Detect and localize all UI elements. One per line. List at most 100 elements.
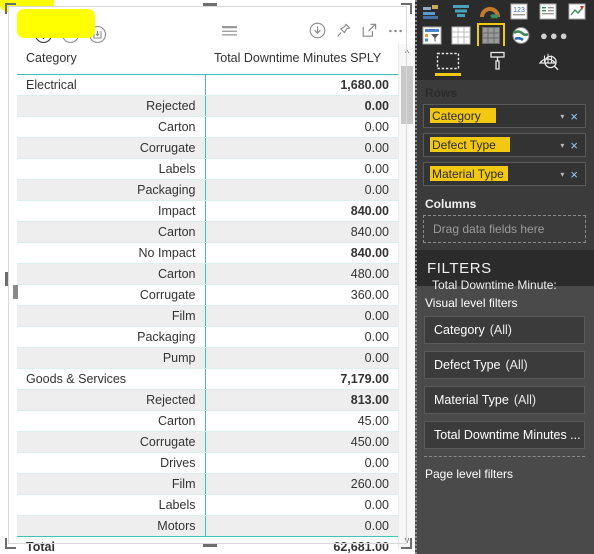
table-row[interactable]: Impact 840.00	[17, 200, 398, 222]
scrollbar-thumb[interactable]	[401, 66, 413, 124]
row-label[interactable]: Rejected	[17, 389, 206, 411]
table-row[interactable]: Corrugate 0.00	[17, 137, 398, 159]
row-label[interactable]: No Impact	[17, 242, 206, 264]
row-label[interactable]: Corrugate	[17, 284, 206, 306]
pin-icon[interactable]	[335, 22, 352, 44]
resize-handle-bottom-right[interactable]	[401, 538, 412, 549]
resize-handle-bottom-middle[interactable]	[203, 544, 217, 547]
visualization-gallery[interactable]: 123 ●●●	[415, 0, 594, 48]
table-row[interactable]: Drives 0.00	[17, 452, 398, 474]
row-label[interactable]: Corrugate	[17, 431, 206, 453]
kpi-icon[interactable]	[564, 0, 590, 23]
stacked-bar-chart-icon[interactable]	[419, 0, 445, 23]
table-row[interactable]: Carton 840.00	[17, 221, 398, 243]
matrix-visual[interactable]: Category Total Downtime Minutes SPLY Ele…	[8, 6, 415, 554]
filter-card[interactable]: Total Downtime Minutes ...	[424, 421, 585, 449]
more-visuals-icon[interactable]: ●●●	[537, 28, 570, 43]
row-label[interactable]: Carton	[17, 263, 206, 285]
row-label[interactable]: Rejected	[17, 95, 206, 117]
row-label[interactable]: Carton	[17, 116, 206, 138]
resize-handle-top-left[interactable]	[5, 3, 16, 14]
matrix-scrollbar[interactable]: ^ v	[398, 44, 415, 548]
row-label[interactable]: Drives	[17, 452, 206, 474]
column-header-measure[interactable]: Total Downtime Minutes SPLY	[205, 44, 398, 75]
rows-field-pill[interactable]: Category ▾ ×	[423, 104, 586, 128]
report-canvas[interactable]: Category Total Downtime Minutes SPLY Ele…	[0, 0, 415, 554]
table-row[interactable]: Goods & Services 7,179.00	[17, 368, 398, 390]
pane-tabs[interactable]	[415, 46, 594, 80]
drill-through-icon[interactable]	[309, 22, 326, 44]
table-row[interactable]: Carton 45.00	[17, 410, 398, 432]
remove-field-icon[interactable]: ×	[570, 138, 585, 153]
row-label[interactable]: Packaging	[17, 179, 206, 201]
row-label[interactable]: Labels	[17, 158, 206, 180]
rows-field-list[interactable]: Category ▾ × Defect Type ▾ × Material Type ▾ ×	[415, 104, 594, 186]
matrix-icon[interactable]	[477, 23, 505, 48]
funnel-chart-icon[interactable]	[448, 0, 474, 23]
row-label[interactable]: Packaging	[17, 326, 206, 348]
resize-handle-top-right[interactable]	[401, 3, 412, 14]
row-label[interactable]: Impact	[17, 200, 206, 222]
table-row[interactable]: Film 260.00	[17, 473, 398, 495]
row-label[interactable]: Labels	[17, 494, 206, 516]
visualizations-pane[interactable]: 123 ●●● Rows Category ▾ × Defect Type ▾ …	[415, 0, 594, 554]
more-options-icon[interactable]	[387, 22, 404, 44]
row-label[interactable]: Motors	[17, 515, 206, 537]
row-label[interactable]: Carton	[17, 221, 206, 243]
table-row[interactable]: Pump 0.00	[17, 347, 398, 369]
chevron-down-icon[interactable]: ▾	[558, 141, 570, 150]
remove-field-icon[interactable]: ×	[570, 167, 585, 182]
table-row[interactable]: No Impact 840.00	[17, 242, 398, 264]
fields-tab[interactable]	[433, 46, 463, 76]
resize-handle-top-middle[interactable]	[203, 3, 217, 6]
table-row[interactable]: Corrugate 360.00	[17, 284, 398, 306]
row-label[interactable]: Goods & Services	[17, 368, 206, 390]
matrix-table[interactable]: Category Total Downtime Minutes SPLY Ele…	[17, 44, 398, 548]
filter-card[interactable]: Defect Type (All)	[424, 351, 585, 379]
visual-level-filter-list[interactable]: Category (All) Defect Type (All) Material Ty…	[415, 316, 594, 449]
table-row[interactable]: Corrugate 450.00	[17, 431, 398, 453]
column-resize-grip[interactable]	[13, 285, 18, 299]
row-label[interactable]: Film	[17, 305, 206, 327]
table-row[interactable]: Labels 0.00	[17, 494, 398, 516]
table-row[interactable]: Electrical 1,680.00	[17, 74, 398, 96]
rows-field-pill[interactable]: Material Type ▾ ×	[423, 162, 586, 186]
slicer-icon[interactable]	[419, 24, 445, 47]
gauge-chart-icon[interactable]	[477, 0, 503, 23]
remove-field-icon[interactable]: ×	[570, 109, 585, 124]
resize-handle-bottom-left[interactable]	[5, 538, 16, 549]
chevron-down-icon[interactable]: ▾	[558, 170, 570, 179]
chevron-down-icon[interactable]: ▾	[558, 112, 570, 121]
filters-body[interactable]: Visual level filters Category (All) Defect…	[415, 286, 594, 554]
table-icon[interactable]	[448, 24, 474, 47]
filter-icon[interactable]	[220, 25, 239, 43]
resize-handle-left-middle[interactable]	[5, 272, 8, 286]
column-header-category[interactable]: Category	[17, 44, 205, 75]
table-row[interactable]: Packaging 0.00	[17, 179, 398, 201]
table-row[interactable]: Carton 0.00	[17, 116, 398, 138]
card-icon[interactable]: 123	[506, 0, 532, 23]
filter-card[interactable]: Material Type (All)	[424, 386, 585, 414]
analytics-tab[interactable]	[533, 46, 563, 76]
table-row[interactable]: Packaging 0.00	[17, 326, 398, 348]
row-label[interactable]: Film	[17, 473, 206, 495]
scroll-up-arrow[interactable]: ^	[399, 44, 415, 61]
table-row[interactable]: Film 0.00	[17, 305, 398, 327]
map-icon[interactable]	[508, 24, 534, 47]
filter-card[interactable]: Category (All)	[424, 316, 585, 344]
table-row[interactable]: Carton 480.00	[17, 263, 398, 285]
row-label[interactable]: Carton	[17, 410, 206, 432]
table-row[interactable]: Rejected 813.00	[17, 389, 398, 411]
columns-dropzone[interactable]: Drag data fields here	[423, 215, 586, 243]
multi-row-card-icon[interactable]	[535, 0, 561, 23]
visual-header-actions[interactable]	[309, 22, 404, 44]
table-row[interactable]: Rejected 0.00	[17, 95, 398, 117]
row-label[interactable]: Corrugate	[17, 137, 206, 159]
format-tab[interactable]	[483, 46, 513, 76]
table-row[interactable]: Motors 0.00	[17, 515, 398, 537]
rows-field-pill[interactable]: Defect Type ▾ ×	[423, 133, 586, 157]
row-label[interactable]: Pump	[17, 347, 206, 369]
row-label[interactable]: Electrical	[17, 74, 206, 96]
focus-mode-icon[interactable]	[361, 22, 378, 44]
table-row[interactable]: Labels 0.00	[17, 158, 398, 180]
